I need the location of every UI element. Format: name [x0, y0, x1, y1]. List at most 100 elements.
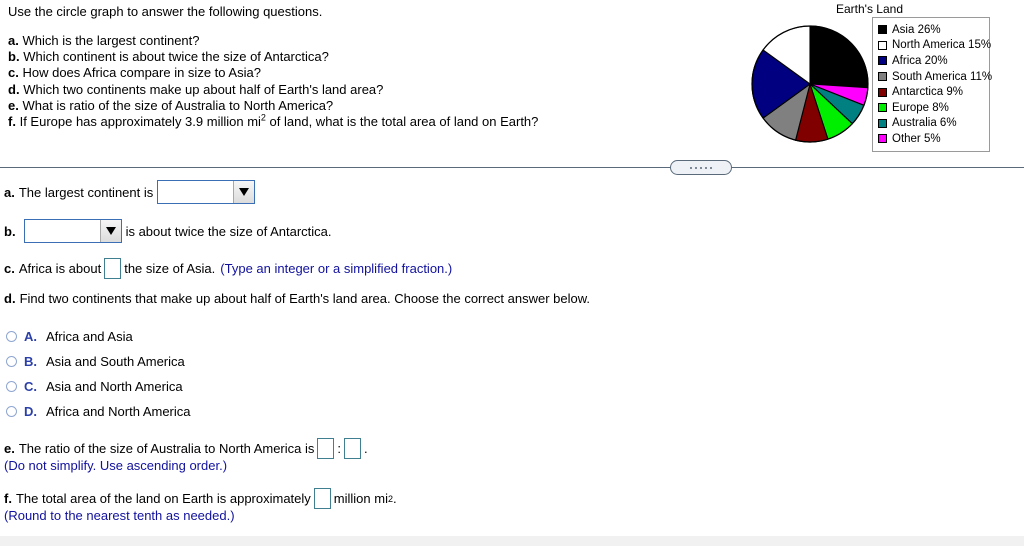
answer-label-c: c.	[4, 261, 15, 276]
africa-asia-ratio-input[interactable]	[104, 258, 122, 279]
answer-hint-e-row: (Do not simplify. Use ascending order.)	[4, 458, 227, 473]
legend-item-australia: Australia 6%	[878, 116, 984, 132]
answer-area: a. The largest continent is b. is about …	[0, 168, 1024, 536]
question-text-b: Which continent is about twice the size …	[23, 49, 329, 65]
choice-letter-d: D.	[24, 404, 37, 419]
question-item-f: f. If Europe has approximately 3.9 milli…	[8, 113, 539, 130]
answer-unit-f: million mi	[333, 491, 388, 506]
legend-label-africa: Africa 20%	[892, 54, 948, 67]
answer-text-a: The largest continent is	[18, 184, 154, 200]
legend-item-asia: Asia 26%	[878, 22, 984, 38]
answer-label-e: e.	[4, 441, 15, 456]
pie-svg	[751, 25, 869, 143]
question-text-c: How does Africa compare in size to Asia?	[22, 65, 261, 81]
legend-item-south-america: South America 11%	[878, 69, 992, 85]
answer-row-c: c. Africa is about the size of Asia. (Ty…	[4, 258, 452, 279]
question-label-e: e.	[8, 97, 19, 113]
largest-continent-dropdown[interactable]	[157, 180, 256, 204]
question-item-d: d. Which two continents make up about ha…	[8, 82, 538, 98]
total-land-area-input[interactable]	[313, 488, 331, 509]
answer-label-a: a.	[4, 184, 15, 200]
answer-hint-f: (Round to the nearest tenth as needed.)	[4, 508, 235, 523]
radio-button-c[interactable]	[6, 381, 17, 392]
twice-antarctica-dropdown-value	[24, 220, 100, 242]
legend-label-other: Other 5%	[892, 132, 941, 145]
legend-label-asia: Asia 26%	[892, 23, 941, 36]
answer-hint-c: (Type an integer or a simplified fractio…	[220, 261, 453, 276]
answer-text-b: is about twice the size of Antarctica.	[125, 223, 332, 239]
answer-period-f: .	[392, 491, 397, 506]
question-item-b: b. Which continent is about twice the si…	[8, 49, 538, 65]
chart-title: Earth's Land	[836, 2, 904, 16]
chart-legend: Asia 26% North America 15% Africa 20% So…	[872, 17, 992, 152]
question-label-a: a.	[8, 33, 19, 48]
radio-button-a[interactable]	[6, 331, 17, 342]
question-text-f-before: If Europe has approximately 3.9 million …	[19, 114, 261, 130]
answer-row-b: b. is about twice the size of Antarctica…	[4, 219, 332, 243]
ratio-second-input[interactable]	[344, 438, 361, 459]
legend-label-antarctica: Antarctica 9%	[892, 86, 963, 99]
answer-label-f: f.	[4, 491, 12, 506]
choice-letter-b: B.	[24, 354, 37, 369]
choice-option-b[interactable]: B. Asia and South America	[6, 354, 185, 369]
choice-text-a: Africa and Asia	[46, 329, 133, 344]
legend-swatch-asia	[878, 25, 887, 35]
legend-swatch-australia	[878, 118, 887, 128]
legend-swatch-south-america	[878, 72, 887, 82]
chevron-down-icon[interactable]	[233, 181, 255, 203]
answer-hint-e: (Do not simplify. Use ascending order.)	[4, 458, 228, 473]
legend-label-north-america: North America 15%	[892, 39, 992, 52]
legend-swatch-europe	[878, 103, 887, 113]
radio-button-b[interactable]	[6, 356, 17, 367]
question-text-f-after: of land, what is the total area of land …	[265, 114, 539, 130]
choice-text-d: Africa and North America	[46, 404, 191, 419]
answer-label-b: b.	[4, 223, 16, 239]
question-item-e: e. What is ratio of the size of Australi…	[8, 98, 538, 114]
answer-text-c-after: the size of Asia.	[124, 261, 216, 276]
pie-graphic	[748, 22, 872, 146]
legend-label-europe: Europe 8%	[892, 101, 949, 114]
legend-item-north-america: North America 15%	[878, 38, 991, 54]
legend-label-south-america: South America 11%	[892, 70, 993, 83]
answer-period-e: .	[364, 441, 368, 456]
answer-hint-f-row: (Round to the nearest tenth as needed.)	[4, 508, 235, 523]
answer-row-d: d. Find two continents that make up abou…	[4, 291, 590, 306]
largest-continent-dropdown-value	[158, 181, 234, 203]
ratio-separator: :	[337, 441, 341, 456]
answer-text-f: The total area of the land on Earth is a…	[15, 491, 311, 506]
legend-item-africa: Africa 20%	[878, 53, 984, 69]
answer-text-e: The ratio of the size of Australia to No…	[18, 441, 315, 456]
earths-land-pie-chart: Earth's Land Asia 26% North America 15% …	[744, 0, 1024, 155]
question-label-b: b.	[8, 49, 20, 65]
question-text-a: Which is the largest continent?	[22, 33, 200, 48]
question-label-c: c.	[8, 65, 19, 81]
question-list: a. Which is the largest continent? b. Wh…	[8, 33, 538, 130]
choice-option-a[interactable]: A. Africa and Asia	[6, 329, 133, 344]
choice-text-c: Asia and North America	[46, 379, 183, 394]
answer-text-d: Find two continents that make up about h…	[19, 291, 591, 306]
choice-text-b: Asia and South America	[46, 354, 185, 369]
answer-row-f: f. The total area of the land on Earth i…	[4, 488, 397, 509]
ratio-first-input[interactable]	[317, 438, 335, 459]
legend-label-australia: Australia 6%	[892, 117, 957, 130]
question-label-f: f.	[8, 114, 16, 130]
legend-item-europe: Europe 8%	[878, 100, 984, 116]
answer-text-c-before: Africa is about	[18, 261, 102, 276]
legend-item-antarctica: Antarctica 9%	[878, 84, 984, 100]
legend-swatch-antarctica	[878, 87, 887, 97]
twice-antarctica-dropdown[interactable]	[23, 219, 122, 243]
legend-swatch-other	[878, 134, 887, 144]
choice-option-c[interactable]: C. Asia and North America	[6, 379, 183, 394]
choice-letter-a: A.	[24, 329, 37, 344]
answer-row-e: e. The ratio of the size of Australia to…	[4, 438, 368, 459]
choice-letter-c: C.	[24, 379, 37, 394]
legend-swatch-north-america	[878, 40, 887, 50]
answer-row-a: a. The largest continent is	[4, 180, 259, 204]
question-text-e: What is ratio of the size of Australia t…	[22, 97, 334, 113]
chevron-down-icon[interactable]	[99, 220, 121, 242]
pie-slice-asia	[809, 25, 869, 89]
radio-button-d[interactable]	[6, 406, 17, 417]
legend-item-other: Other 5%	[878, 131, 984, 147]
choice-option-d[interactable]: D. Africa and North America	[6, 404, 191, 419]
question-item-a: a. Which is the largest continent?	[8, 33, 538, 49]
